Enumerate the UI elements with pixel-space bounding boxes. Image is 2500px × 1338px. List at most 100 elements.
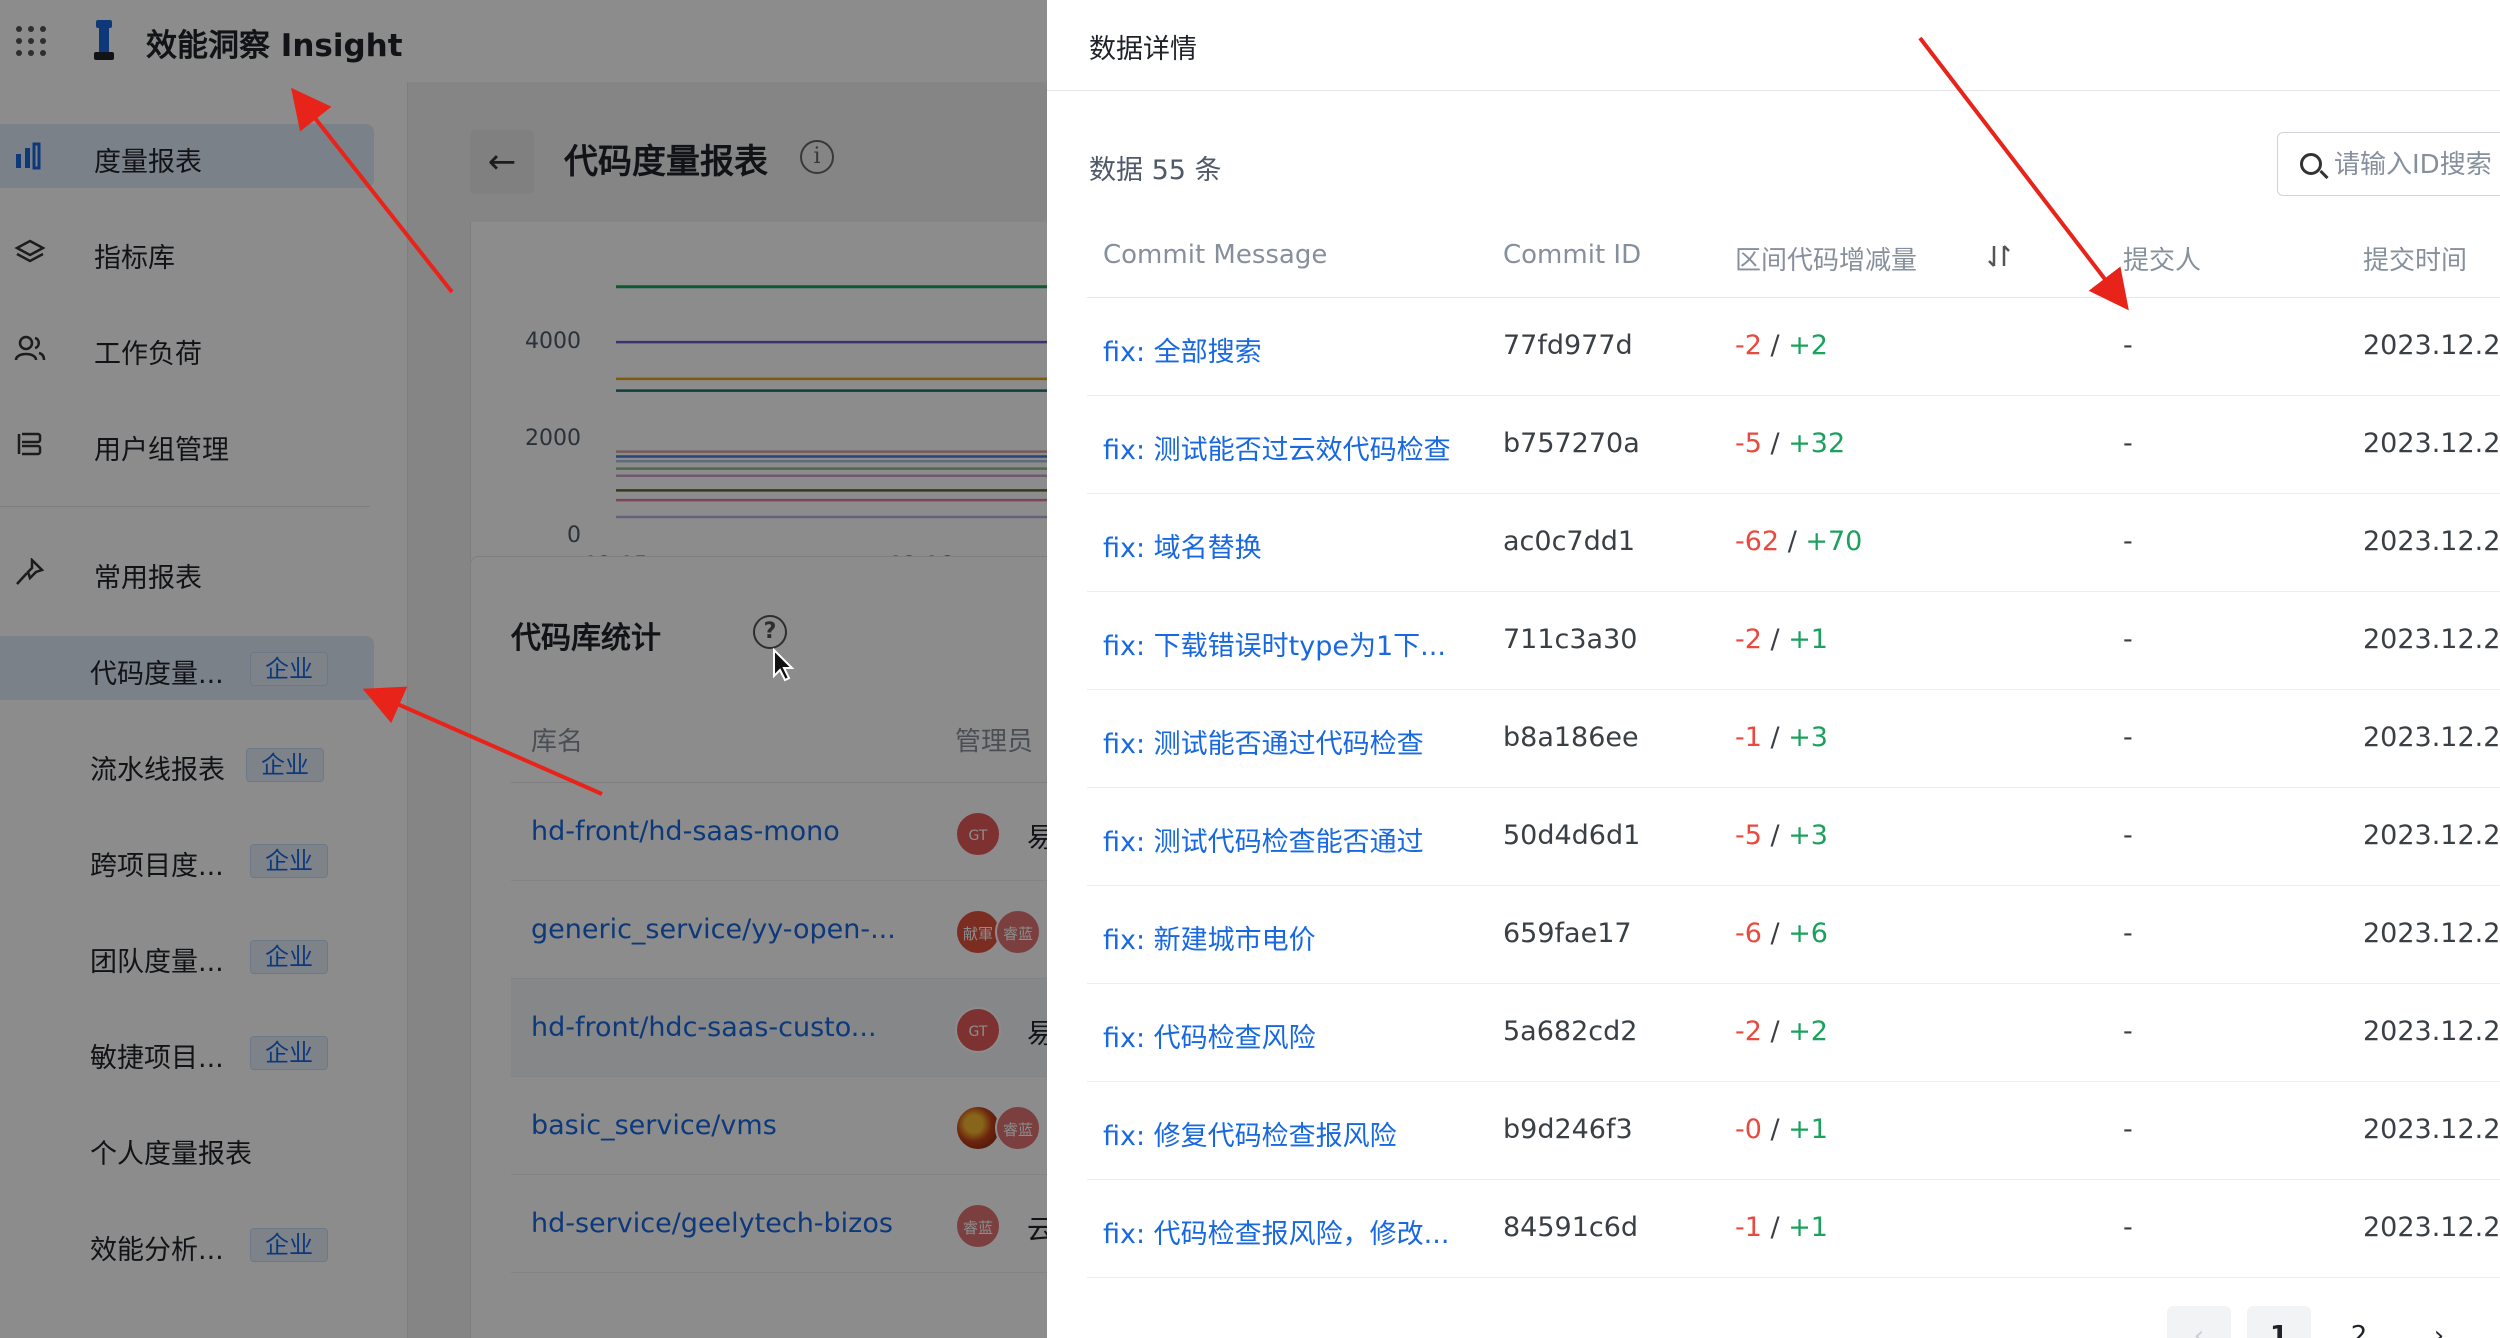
table-row: fix: 代码检查风险 5a682cd2 -2 / +2 - 2023.12.2	[1087, 984, 2500, 1082]
submitter: -	[2123, 428, 2133, 459]
pagination-prev-button[interactable]: ‹	[2167, 1306, 2231, 1338]
submitter: -	[2123, 1016, 2133, 1047]
commit-id: b757270a	[1503, 428, 1640, 459]
code-delta: -5 / +3	[1735, 820, 1828, 851]
drawer-title: 数据详情	[1089, 34, 1197, 65]
commit-id: 50d4d6d1	[1503, 820, 1641, 851]
code-delta: -1 / +1	[1735, 1212, 1828, 1243]
commit-message-link[interactable]: fix: 全部搜索	[1103, 330, 1262, 369]
lines-removed: -1	[1735, 722, 1762, 753]
id-search-box[interactable]	[2277, 132, 2500, 196]
lines-added: +2	[1788, 330, 1828, 361]
column-header-code-delta: 区间代码增减量	[1735, 246, 1918, 276]
submit-time: 2023.12.2	[2363, 1212, 2500, 1243]
table-row: fix: 新建城市电价 659fae17 -6 / +6 - 2023.12.2	[1087, 886, 2500, 984]
submitter: -	[2123, 330, 2133, 361]
column-header-submitter: 提交人	[2123, 246, 2202, 276]
column-header-commit-message: Commit Message	[1103, 240, 1328, 270]
submit-time: 2023.12.2	[2363, 624, 2500, 655]
code-delta: -6 / +6	[1735, 918, 1828, 949]
code-delta: -5 / +32	[1735, 428, 1846, 459]
code-delta: -2 / +2	[1735, 1016, 1828, 1047]
lines-removed: -62	[1735, 526, 1780, 557]
submit-time: 2023.12.2	[2363, 1016, 2500, 1047]
submitter: -	[2123, 918, 2133, 949]
commit-id: b9d246f3	[1503, 1114, 1633, 1145]
submitter: -	[2123, 820, 2133, 851]
table-row: fix: 域名替换 ac0c7dd1 -62 / +70 - 2023.12.2	[1087, 494, 2500, 592]
lines-added: +32	[1788, 428, 1846, 459]
drawer-mask-overlay[interactable]	[0, 0, 1047, 1338]
commit-message-link[interactable]: fix: 新建城市电价	[1103, 918, 1316, 957]
sort-icon[interactable]	[1987, 242, 2011, 270]
lines-added: +70	[1805, 526, 1863, 557]
data-detail-drawer: 数据详情 数据 55 条 Commit Message Commit ID 区间…	[1047, 0, 2500, 1338]
table-row: fix: 代码检查报风险，修改... 84591c6d -1 / +1 - 2023.1…	[1087, 1180, 2500, 1278]
lines-removed: -1	[1735, 1212, 1762, 1243]
column-header-commit-id: Commit ID	[1503, 240, 1642, 270]
submit-time: 2023.12.2	[2363, 428, 2500, 459]
id-search-input[interactable]	[2334, 145, 2500, 185]
commit-message-link[interactable]: fix: 测试代码检查能否通过	[1103, 820, 1424, 859]
lines-added: +1	[1788, 1212, 1828, 1243]
submit-time: 2023.12.2	[2363, 1114, 2500, 1145]
commit-table-header: Commit Message Commit ID 区间代码增减量 提交人 提交时…	[1087, 216, 2500, 298]
commit-message-link[interactable]: fix: 测试能否过云效代码检查	[1103, 428, 1451, 467]
table-row: fix: 下载错误时type为1下... 711c3a30 -2 / +1 - 2023…	[1087, 592, 2500, 690]
submit-time: 2023.12.2	[2363, 330, 2500, 361]
submitter: -	[2123, 624, 2133, 655]
commit-id: 5a682cd2	[1503, 1016, 1638, 1047]
submit-time: 2023.12.2	[2363, 526, 2500, 557]
lines-added: +6	[1788, 918, 1828, 949]
lines-removed: -0	[1735, 1114, 1762, 1145]
record-count: 数据 55 条	[1089, 155, 1222, 186]
pagination-page-1[interactable]: 1	[2247, 1306, 2311, 1338]
submit-time: 2023.12.2	[2363, 820, 2500, 851]
lines-added: +2	[1788, 1016, 1828, 1047]
commit-message-link[interactable]: fix: 域名替换	[1103, 526, 1262, 565]
submitter: -	[2123, 722, 2133, 753]
mouse-cursor-icon	[773, 648, 795, 682]
commit-message-link[interactable]: fix: 代码检查风险	[1103, 1016, 1316, 1055]
submitter: -	[2123, 1114, 2133, 1145]
lines-removed: -6	[1735, 918, 1762, 949]
table-row: fix: 修复代码检查报风险 b9d246f3 -0 / +1 - 2023.12.2	[1087, 1082, 2500, 1180]
commit-message-link[interactable]: fix: 测试能否通过代码检查	[1103, 722, 1424, 761]
lines-added: +3	[1788, 722, 1828, 753]
table-row: fix: 全部搜索 77fd977d -2 / +2 - 2023.12.2	[1087, 298, 2500, 396]
pagination-page-2[interactable]: 2	[2327, 1306, 2391, 1338]
lines-removed: -5	[1735, 820, 1762, 851]
commit-message-link[interactable]: fix: 代码检查报风险，修改...	[1103, 1212, 1449, 1251]
drawer-divider	[1047, 90, 2500, 91]
lines-removed: -5	[1735, 428, 1762, 459]
lines-added: +1	[1788, 1114, 1828, 1145]
lines-removed: -2	[1735, 1016, 1762, 1047]
commit-id: ac0c7dd1	[1503, 526, 1636, 557]
search-icon	[2300, 153, 2322, 175]
submitter: -	[2123, 1212, 2133, 1243]
pagination-next-button[interactable]: ›	[2407, 1306, 2471, 1338]
code-delta: -0 / +1	[1735, 1114, 1828, 1145]
app-root: 效能洞察 Insight 度量报表 指标库 工作负荷 用户组管理 常用报表 代码…	[0, 0, 2500, 1338]
lines-removed: -2	[1735, 624, 1762, 655]
commit-id: 77fd977d	[1503, 330, 1633, 361]
column-header-submit-time: 提交时间	[2363, 246, 2468, 276]
commit-id: 659fae17	[1503, 918, 1632, 949]
table-row: fix: 测试代码检查能否通过 50d4d6d1 -5 / +3 - 2023.12.2	[1087, 788, 2500, 886]
code-delta: -1 / +3	[1735, 722, 1828, 753]
lines-removed: -2	[1735, 330, 1762, 361]
commit-id: 84591c6d	[1503, 1212, 1639, 1243]
lines-added: +3	[1788, 820, 1828, 851]
table-row: fix: 测试能否过云效代码检查 b757270a -5 / +32 - 2023.12…	[1087, 396, 2500, 494]
code-delta: -2 / +2	[1735, 330, 1828, 361]
commit-id: b8a186ee	[1503, 722, 1639, 753]
submit-time: 2023.12.2	[2363, 722, 2500, 753]
table-row: fix: 测试能否通过代码检查 b8a186ee -1 / +3 - 2023.12.2	[1087, 690, 2500, 788]
submit-time: 2023.12.2	[2363, 918, 2500, 949]
lines-added: +1	[1788, 624, 1828, 655]
code-delta: -62 / +70	[1735, 526, 1863, 557]
commit-id: 711c3a30	[1503, 624, 1638, 655]
commit-message-link[interactable]: fix: 下载错误时type为1下...	[1103, 624, 1446, 663]
code-delta: -2 / +1	[1735, 624, 1828, 655]
commit-message-link[interactable]: fix: 修复代码检查报风险	[1103, 1114, 1397, 1153]
